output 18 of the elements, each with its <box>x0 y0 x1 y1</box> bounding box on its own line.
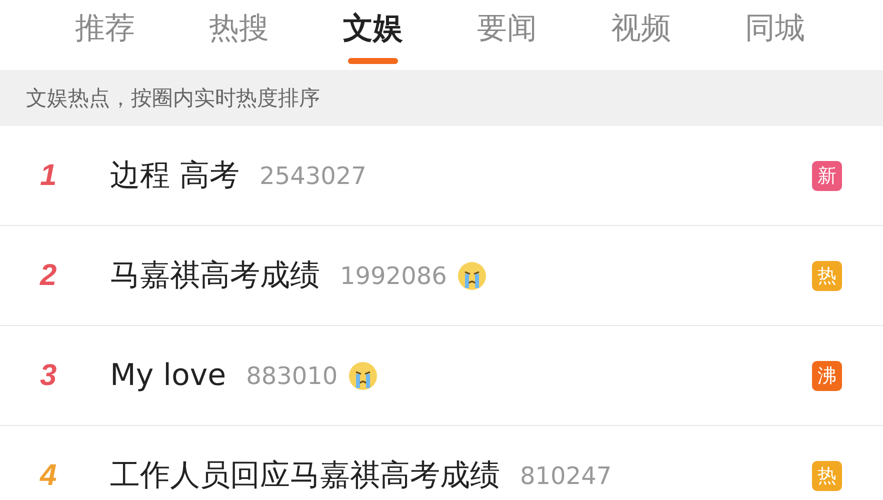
topic-title[interactable]: 马嘉祺高考成绩 <box>110 255 320 296</box>
status-badge: 沸 <box>812 360 842 390</box>
rank-number: 1 <box>40 158 58 192</box>
rank-number: 3 <box>40 358 58 392</box>
status-badge: 新 <box>812 160 842 190</box>
rank-number: 4 <box>40 458 58 492</box>
heat-count: 2543027 <box>260 162 366 190</box>
status-badge: 热 <box>812 260 842 290</box>
topic-title[interactable]: My love <box>110 358 226 393</box>
tab[interactable]: 文娱 <box>306 0 440 70</box>
heat-count: 810247 <box>520 462 612 490</box>
heat-count: 1992086 <box>340 262 447 290</box>
rank-number: 2 <box>40 258 58 292</box>
topic-title[interactable]: 工作人员回应马嘉祺高考成绩 <box>110 455 500 496</box>
heat-count: 883010 <box>246 362 338 390</box>
notice-text: 文娱热点，按圈内实时热度排序 <box>26 85 320 112</box>
topic-title[interactable]: 边程 高考 <box>110 155 240 196</box>
status-badge: 热 <box>812 460 842 490</box>
